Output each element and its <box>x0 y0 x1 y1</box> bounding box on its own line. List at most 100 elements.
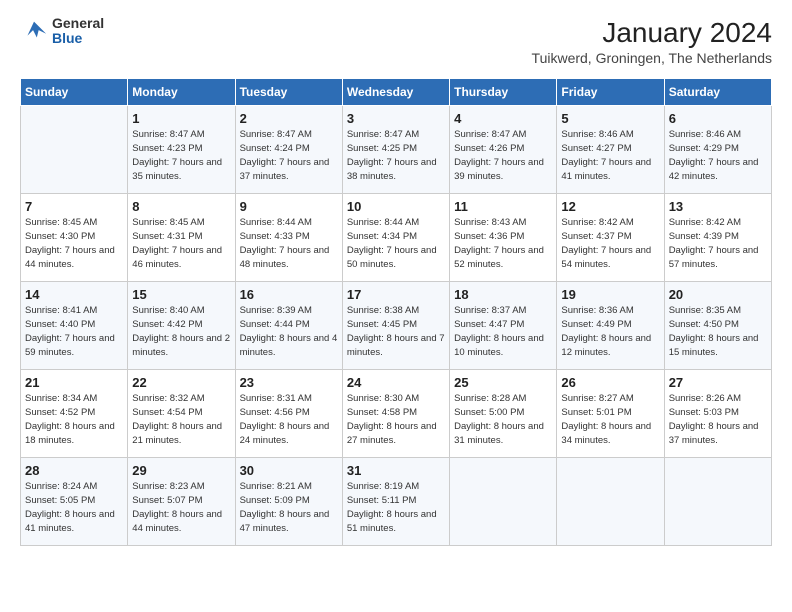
day-number: 8 <box>132 199 230 214</box>
calendar-cell: 26Sunrise: 8:27 AMSunset: 5:01 PMDayligh… <box>557 369 664 457</box>
day-number: 12 <box>561 199 659 214</box>
day-info: Sunrise: 8:39 AMSunset: 4:44 PMDaylight:… <box>240 304 338 361</box>
day-info: Sunrise: 8:32 AMSunset: 4:54 PMDaylight:… <box>132 392 230 449</box>
calendar-cell: 29Sunrise: 8:23 AMSunset: 5:07 PMDayligh… <box>128 457 235 545</box>
day-info: Sunrise: 8:42 AMSunset: 4:39 PMDaylight:… <box>669 216 767 273</box>
calendar-week-row: 21 Sunrise: 8:34 AMSunset: 4:52 PMDayligh… <box>21 369 772 457</box>
day-number: 27 <box>669 375 767 390</box>
calendar-cell: 22 Sunrise: 8:32 AMSunset: 4:54 PMDayligh… <box>128 369 235 457</box>
day-number: 14 <box>25 287 123 302</box>
calendar-cell: 21 Sunrise: 8:34 AMSunset: 4:52 PMDayligh… <box>21 369 128 457</box>
calendar-cell: 10 Sunrise: 8:44 AMSunset: 4:34 PMDayligh… <box>342 193 449 281</box>
day-number: 21 <box>25 375 123 390</box>
day-info: Sunrise: 8:40 AMSunset: 4:42 PMDaylight:… <box>132 304 230 361</box>
title-area: January 2024 Tuikwerd, Groningen, The Ne… <box>532 16 772 66</box>
day-number: 16 <box>240 287 338 302</box>
day-number: 25 <box>454 375 552 390</box>
day-info: Sunrise: 8:46 AMSunset: 4:27 PMDaylight:… <box>561 128 659 185</box>
calendar-cell: 13 Sunrise: 8:42 AMSunset: 4:39 PMDayligh… <box>664 193 771 281</box>
day-info: Sunrise: 8:43 AMSunset: 4:36 PMDaylight:… <box>454 216 552 273</box>
day-info: Sunrise: 8:36 AMSunset: 4:49 PMDaylight:… <box>561 304 659 361</box>
calendar-week-row: 28 Sunrise: 8:24 AMSunset: 5:05 PMDayligh… <box>21 457 772 545</box>
col-header-wednesday: Wednesday <box>342 78 449 105</box>
day-info: Sunrise: 8:44 AMSunset: 4:34 PMDaylight:… <box>347 216 445 273</box>
day-number: 13 <box>669 199 767 214</box>
calendar-cell: 20 Sunrise: 8:35 AMSunset: 4:50 PMDayligh… <box>664 281 771 369</box>
day-info: Sunrise: 8:47 AMSunset: 4:24 PMDaylight:… <box>240 128 338 185</box>
day-info: Sunrise: 8:21 AMSunset: 5:09 PMDaylight:… <box>240 480 338 537</box>
logo-icon <box>20 17 48 45</box>
calendar-cell <box>450 457 557 545</box>
calendar-cell: 11 Sunrise: 8:43 AMSunset: 4:36 PMDayligh… <box>450 193 557 281</box>
day-number: 24 <box>347 375 445 390</box>
calendar-cell: 8 Sunrise: 8:45 AMSunset: 4:31 PMDaylight… <box>128 193 235 281</box>
day-number: 18 <box>454 287 552 302</box>
calendar-cell: 23Sunrise: 8:31 AMSunset: 4:56 PMDayligh… <box>235 369 342 457</box>
day-number: 7 <box>25 199 123 214</box>
calendar-cell: 14 Sunrise: 8:41 AMSunset: 4:40 PMDayligh… <box>21 281 128 369</box>
col-header-saturday: Saturday <box>664 78 771 105</box>
calendar-cell: 17 Sunrise: 8:38 AMSunset: 4:45 PMDayligh… <box>342 281 449 369</box>
month-title: January 2024 <box>532 16 772 50</box>
day-info: Sunrise: 8:45 AMSunset: 4:31 PMDaylight:… <box>132 216 230 273</box>
day-info: Sunrise: 8:47 AMSunset: 4:26 PMDaylight:… <box>454 128 552 185</box>
logo: General Blue <box>20 16 104 47</box>
calendar-cell: 5 Sunrise: 8:46 AMSunset: 4:27 PMDaylight… <box>557 105 664 193</box>
day-number: 28 <box>25 463 123 478</box>
logo-blue: Blue <box>52 31 104 46</box>
day-info: Sunrise: 8:27 AMSunset: 5:01 PMDaylight:… <box>561 392 659 449</box>
day-info: Sunrise: 8:24 AMSunset: 5:05 PMDaylight:… <box>25 480 123 537</box>
calendar-cell: 6Sunrise: 8:46 AMSunset: 4:29 PMDaylight… <box>664 105 771 193</box>
day-number: 22 <box>132 375 230 390</box>
day-info: Sunrise: 8:28 AMSunset: 5:00 PMDaylight:… <box>454 392 552 449</box>
day-info: Sunrise: 8:42 AMSunset: 4:37 PMDaylight:… <box>561 216 659 273</box>
calendar-week-row: 14 Sunrise: 8:41 AMSunset: 4:40 PMDayligh… <box>21 281 772 369</box>
day-info: Sunrise: 8:23 AMSunset: 5:07 PMDaylight:… <box>132 480 230 537</box>
day-number: 15 <box>132 287 230 302</box>
day-number: 31 <box>347 463 445 478</box>
calendar-cell: 4 Sunrise: 8:47 AMSunset: 4:26 PMDaylight… <box>450 105 557 193</box>
day-number: 5 <box>561 111 659 126</box>
day-info: Sunrise: 8:46 AMSunset: 4:29 PMDaylight:… <box>669 128 767 185</box>
day-number: 19 <box>561 287 659 302</box>
day-number: 11 <box>454 199 552 214</box>
calendar-week-row: 1Sunrise: 8:47 AMSunset: 4:23 PMDaylight… <box>21 105 772 193</box>
day-info: Sunrise: 8:47 AMSunset: 4:25 PMDaylight:… <box>347 128 445 185</box>
location-title: Tuikwerd, Groningen, The Netherlands <box>532 50 772 66</box>
day-number: 4 <box>454 111 552 126</box>
day-number: 10 <box>347 199 445 214</box>
logo-general: General <box>52 16 104 31</box>
calendar-cell: 15 Sunrise: 8:40 AMSunset: 4:42 PMDayligh… <box>128 281 235 369</box>
calendar-cell: 7Sunrise: 8:45 AMSunset: 4:30 PMDaylight… <box>21 193 128 281</box>
calendar-cell: 19 Sunrise: 8:36 AMSunset: 4:49 PMDayligh… <box>557 281 664 369</box>
calendar-cell: 1Sunrise: 8:47 AMSunset: 4:23 PMDaylight… <box>128 105 235 193</box>
calendar-cell: 27 Sunrise: 8:26 AMSunset: 5:03 PMDayligh… <box>664 369 771 457</box>
day-info: Sunrise: 8:31 AMSunset: 4:56 PMDaylight:… <box>240 392 338 449</box>
col-header-friday: Friday <box>557 78 664 105</box>
col-header-sunday: Sunday <box>21 78 128 105</box>
day-info: Sunrise: 8:26 AMSunset: 5:03 PMDaylight:… <box>669 392 767 449</box>
calendar-cell: 9 Sunrise: 8:44 AMSunset: 4:33 PMDaylight… <box>235 193 342 281</box>
calendar-cell: 30 Sunrise: 8:21 AMSunset: 5:09 PMDayligh… <box>235 457 342 545</box>
calendar-cell: 25 Sunrise: 8:28 AMSunset: 5:00 PMDayligh… <box>450 369 557 457</box>
calendar-cell: 12 Sunrise: 8:42 AMSunset: 4:37 PMDayligh… <box>557 193 664 281</box>
day-number: 30 <box>240 463 338 478</box>
day-info: Sunrise: 8:44 AMSunset: 4:33 PMDaylight:… <box>240 216 338 273</box>
day-number: 9 <box>240 199 338 214</box>
calendar-cell: 24Sunrise: 8:30 AMSunset: 4:58 PMDayligh… <box>342 369 449 457</box>
day-number: 17 <box>347 287 445 302</box>
calendar-cell: 16 Sunrise: 8:39 AMSunset: 4:44 PMDayligh… <box>235 281 342 369</box>
calendar-table: SundayMondayTuesdayWednesdayThursdayFrid… <box>20 78 772 546</box>
logo-text: General Blue <box>52 16 104 47</box>
calendar-cell <box>664 457 771 545</box>
calendar-cell: 31Sunrise: 8:19 AMSunset: 5:11 PMDayligh… <box>342 457 449 545</box>
day-number: 20 <box>669 287 767 302</box>
day-info: Sunrise: 8:38 AMSunset: 4:45 PMDaylight:… <box>347 304 445 361</box>
calendar-cell: 2Sunrise: 8:47 AMSunset: 4:24 PMDaylight… <box>235 105 342 193</box>
calendar-cell <box>557 457 664 545</box>
day-number: 3 <box>347 111 445 126</box>
day-info: Sunrise: 8:35 AMSunset: 4:50 PMDaylight:… <box>669 304 767 361</box>
day-info: Sunrise: 8:41 AMSunset: 4:40 PMDaylight:… <box>25 304 123 361</box>
calendar-cell: 28 Sunrise: 8:24 AMSunset: 5:05 PMDayligh… <box>21 457 128 545</box>
day-info: Sunrise: 8:34 AMSunset: 4:52 PMDaylight:… <box>25 392 123 449</box>
